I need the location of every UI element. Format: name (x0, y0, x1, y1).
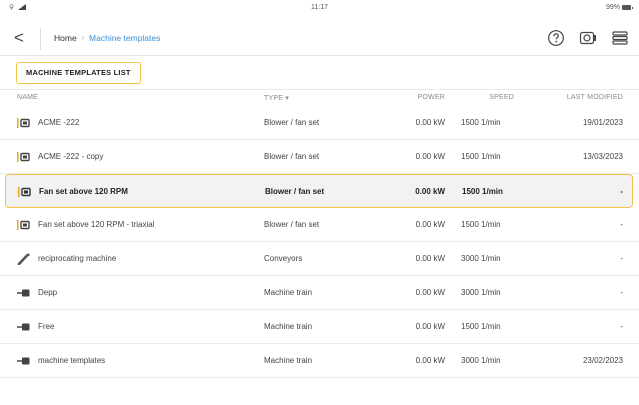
row-type: Blower / fan set (264, 118, 320, 127)
machine-train-icon (17, 355, 31, 367)
row-power: 0.00 kW (415, 187, 445, 196)
row-last-modified: 19/01/2023 (582, 118, 623, 127)
row-last-modified: - (620, 288, 623, 297)
row-speed: 1500 1/min (461, 322, 501, 331)
row-last-modified: - (620, 220, 623, 229)
row-power: 0.00 kW (415, 118, 445, 127)
column-header-power[interactable]: POWER (418, 94, 445, 101)
row-type: Blower / fan set (264, 220, 320, 229)
column-header-name[interactable]: NAME (17, 94, 38, 101)
row-speed: 3000 1/min (461, 254, 501, 263)
row-type: Machine train (264, 322, 313, 331)
machine-set-icon (17, 117, 31, 129)
nav-actions (547, 29, 629, 47)
row-last-modified: - (620, 322, 623, 331)
table-row-selected[interactable]: Fan set above 120 RPM Blower / fan set 0… (5, 174, 633, 208)
row-speed: 1500 1/min (461, 152, 501, 161)
row-power: 0.00 kW (415, 322, 445, 331)
column-header-type[interactable]: TYPE ▾ (264, 94, 289, 102)
row-last-modified: 13/03/2023 (582, 152, 623, 161)
row-power: 0.00 kW (415, 288, 445, 297)
table-row[interactable]: ACME -222 Blower / fan set 0.00 kW 1500 … (0, 106, 639, 140)
row-last-modified: 23/02/2023 (582, 356, 623, 365)
row-power: 0.00 kW (415, 152, 445, 161)
help-icon[interactable] (547, 29, 565, 47)
column-header-speed[interactable]: SPEED (489, 94, 514, 101)
section-title: MACHINE TEMPLATES LIST (16, 62, 141, 84)
status-time: 11:17 (311, 4, 328, 11)
row-type: Blower / fan set (264, 152, 320, 161)
battery-percent: 99% (605, 4, 620, 11)
machine-set-icon (17, 151, 31, 163)
row-speed: 3000 1/min (461, 356, 501, 365)
row-name: Free (38, 322, 55, 331)
row-name: reciprocating machine (38, 254, 117, 263)
breadcrumb-home[interactable]: Home (54, 33, 77, 43)
breadcrumb-current: Machine templates (89, 33, 161, 43)
row-speed: 1500 1/min (462, 187, 503, 196)
row-name: ACME -222 (38, 118, 80, 127)
machine-train-icon (17, 287, 31, 299)
table-row[interactable]: reciprocating machine Conveyors 0.00 kW … (0, 242, 639, 276)
row-last-modified: - (620, 187, 623, 196)
row-power: 0.00 kW (415, 356, 445, 365)
row-type: Machine train (264, 356, 313, 365)
table-header: NAME TYPE ▾ POWER SPEED LAST MODIFIED (0, 90, 639, 106)
table-row[interactable]: Fan set above 120 RPM - triaxial Blower … (0, 208, 639, 242)
row-speed: 1500 1/min (461, 118, 501, 127)
row-power: 0.00 kW (415, 220, 445, 229)
breadcrumb-separator: › (81, 34, 85, 42)
machine-set-icon (17, 219, 31, 231)
row-name: Fan set above 120 RPM (39, 187, 128, 196)
reciprocating-icon (17, 253, 31, 266)
row-name: ACME -222 - copy (38, 152, 104, 161)
table-row[interactable]: Free Machine train 0.00 kW 1500 1/min - (0, 310, 639, 344)
row-type: Machine train (264, 288, 313, 297)
row-name: Fan set above 120 RPM - triaxial (38, 220, 155, 229)
column-header-last-modified[interactable]: LAST MODIFIED (567, 94, 623, 101)
row-type: Blower / fan set (265, 187, 325, 196)
templates-table: ACME -222 Blower / fan set 0.00 kW 1500 … (0, 106, 639, 378)
machine-set-icon (18, 186, 32, 198)
row-name: Depp (38, 288, 58, 297)
status-bar: 11:17 99% (0, 0, 639, 16)
row-speed: 3000 1/min (461, 288, 501, 297)
nav-divider (40, 28, 41, 50)
row-type: Conveyors (264, 254, 303, 263)
row-power: 0.00 kW (415, 254, 445, 263)
table-row[interactable]: Depp Machine train 0.00 kW 3000 1/min - (0, 276, 639, 310)
back-button[interactable]: < (14, 28, 32, 48)
row-name: machine templates (38, 356, 106, 365)
row-last-modified: - (620, 254, 623, 263)
machine-train-icon (17, 321, 31, 333)
table-row[interactable]: ACME -222 - copy Blower / fan set 0.00 k… (0, 140, 639, 174)
battery-status: 99% (605, 4, 633, 11)
table-row[interactable]: machine templates Machine train 0.00 kW … (0, 344, 639, 378)
battery-icon (622, 5, 633, 10)
row-speed: 1500 1/min (461, 220, 501, 229)
menu-icon[interactable] (611, 29, 629, 47)
device-icon[interactable] (579, 29, 597, 47)
navigation-bar: < Home › Machine templates (0, 22, 639, 56)
breadcrumb: Home › Machine templates (54, 33, 160, 43)
section-header: MACHINE TEMPLATES LIST (0, 56, 639, 90)
